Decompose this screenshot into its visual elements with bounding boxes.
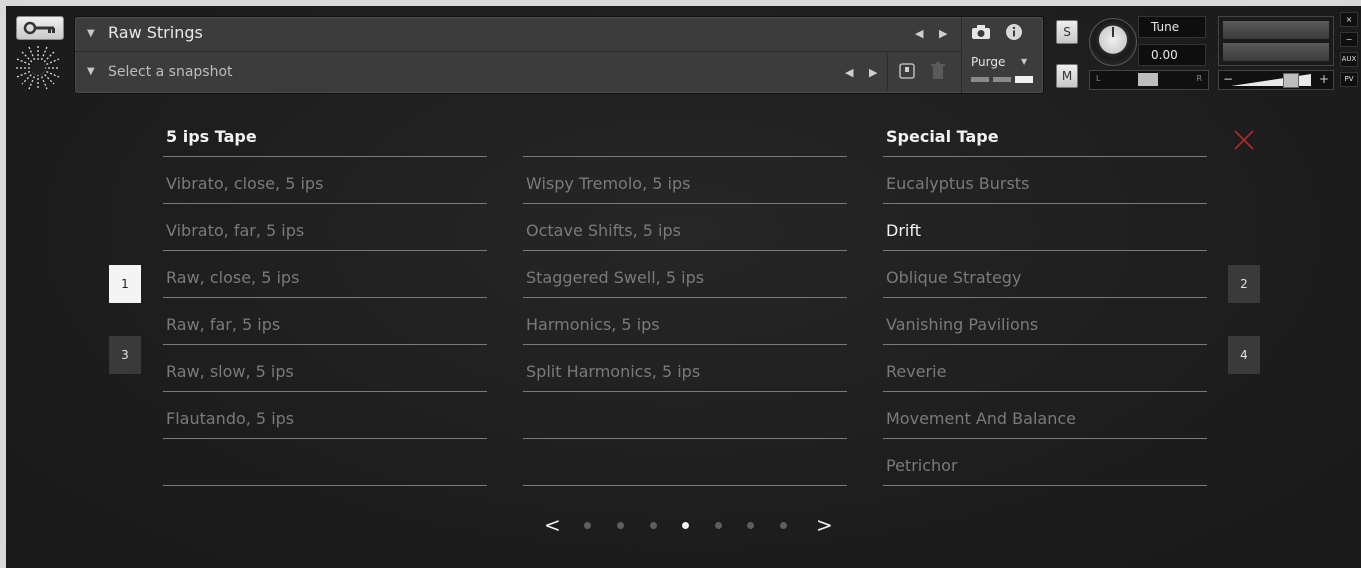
column-heading: Special Tape [883,110,1207,157]
aux-button[interactable]: AUX [1340,52,1358,67]
page-dot[interactable] [715,522,722,529]
snapshot-dropdown-icon[interactable]: ▼ [87,66,95,77]
articulation-item[interactable]: Split Harmonics, 5 ips [523,345,847,392]
snapshot-prev-icon[interactable]: ◀ [845,66,853,79]
volume-ramp [1231,74,1311,86]
volume-plus[interactable]: + [1319,72,1329,86]
articulation-item[interactable]: Reverie [883,345,1207,392]
articulation-item[interactable]: Petrichor [883,439,1207,486]
memory-indicator [971,77,989,82]
articulation-item-active[interactable]: Drift [883,204,1207,251]
instrument-name-row[interactable]: ▼ Raw Strings ◀ ▶ [75,17,961,52]
output-meter [1218,16,1334,66]
column-heading [523,110,847,157]
articulation-item[interactable]: Raw, far, 5 ips [163,298,487,345]
articulation-item[interactable]: Movement And Balance [883,392,1207,439]
articulation-item[interactable]: Raw, close, 5 ips [163,251,487,298]
volume-handle[interactable] [1283,73,1299,88]
articulation-item[interactable]: Staggered Swell, 5 ips [523,251,847,298]
wrench-icon [23,21,55,35]
delete-snapshot-icon[interactable] [931,62,945,80]
slot-4-button[interactable]: 4 [1228,336,1260,374]
divider [887,54,888,90]
articulation-item[interactable]: Harmonics, 5 ips [523,298,847,345]
articulation-item[interactable]: Vibrato, far, 5 ips [163,204,487,251]
pan-slider[interactable]: L R [1089,70,1209,90]
articulation-item[interactable]: Eucalyptus Bursts [883,157,1207,204]
pan-right-label: R [1196,74,1202,83]
tune-value[interactable]: 0.00 [1138,44,1206,66]
pan-handle[interactable] [1138,73,1158,86]
memory-indicator [993,77,1011,82]
slot-3-button[interactable]: 3 [109,336,141,374]
slot-1-button[interactable]: 1 [109,265,141,303]
articulation-item-empty[interactable] [523,439,847,486]
slot-2-button[interactable]: 2 [1228,265,1260,303]
close-instrument-button[interactable]: × [1340,12,1358,27]
articulation-item-empty[interactable] [523,392,847,439]
articulation-column-2: Wispy Tremolo, 5 ips Octave Shifts, 5 ip… [523,110,847,486]
volume-slider[interactable]: − + [1218,70,1334,90]
articulation-item-empty[interactable] [163,439,487,486]
wrench-button[interactable] [16,16,64,40]
tune-display: Tune 0.00 [1138,16,1206,66]
snapshot-next-icon[interactable]: ▶ [869,66,877,79]
tune-label: Tune [1138,16,1206,38]
side-buttons: × − AUX PV [1340,12,1358,92]
articulation-item[interactable]: Flautando, 5 ips [163,392,487,439]
articulation-item[interactable]: Vanishing Pavilions [883,298,1207,345]
camera-icon[interactable] [971,24,991,40]
solo-button[interactable]: S [1056,20,1078,44]
page-dot[interactable] [650,522,657,529]
page-dot[interactable] [747,522,754,529]
articulation-column-1: 5 ips Tape Vibrato, close, 5 ips Vibrato… [163,110,487,486]
instrument-prev-icon[interactable]: ◀ [915,27,923,40]
kontakt-instrument-window: ▼ Raw Strings ◀ ▶ ▼ Select a snapshot ◀ … [6,6,1361,568]
purge-dropdown-icon[interactable]: ▼ [1021,57,1027,66]
page-dot[interactable] [617,522,624,529]
snapshot-row[interactable]: ▼ Select a snapshot ◀ ▶ [75,52,961,92]
memory-indicator [1015,76,1033,83]
page-dot[interactable] [780,522,787,529]
articulation-item[interactable]: Oblique Strategy [883,251,1207,298]
close-icon[interactable] [1232,128,1256,152]
mute-button[interactable]: M [1056,64,1078,88]
snapshot-select[interactable]: Select a snapshot [108,64,233,80]
info-icon[interactable] [1005,23,1023,41]
instrument-tools: Purge ▼ [961,17,1033,93]
page-dot[interactable] [584,522,591,529]
minimize-button[interactable]: − [1340,32,1358,47]
articulation-item[interactable]: Octave Shifts, 5 ips [523,204,847,251]
next-page-icon[interactable]: > [816,513,833,537]
articulation-item[interactable]: Raw, slow, 5 ips [163,345,487,392]
instrument-name: Raw Strings [108,23,203,42]
purge-button[interactable]: Purge [971,55,1005,69]
articulation-item[interactable]: Wispy Tremolo, 5 ips [523,157,847,204]
instrument-header-panel: ▼ Raw Strings ◀ ▶ ▼ Select a snapshot ◀ … [74,16,1044,94]
pan-left-label: L [1096,74,1101,83]
tune-knob[interactable] [1089,18,1137,66]
prev-page-icon[interactable]: < [544,513,561,537]
column-heading: 5 ips Tape [163,110,487,157]
articulation-column-3: Special Tape Eucalyptus Bursts Drift Obl… [883,110,1207,486]
instrument-dropdown-icon[interactable]: ▼ [87,28,95,39]
instrument-next-icon[interactable]: ▶ [939,27,947,40]
save-snapshot-icon[interactable] [899,63,915,79]
pv-button[interactable]: PV [1340,72,1358,87]
instrument-logo-icon [14,44,62,92]
page-dot-current[interactable] [682,522,689,529]
articulation-item[interactable]: Vibrato, close, 5 ips [163,157,487,204]
